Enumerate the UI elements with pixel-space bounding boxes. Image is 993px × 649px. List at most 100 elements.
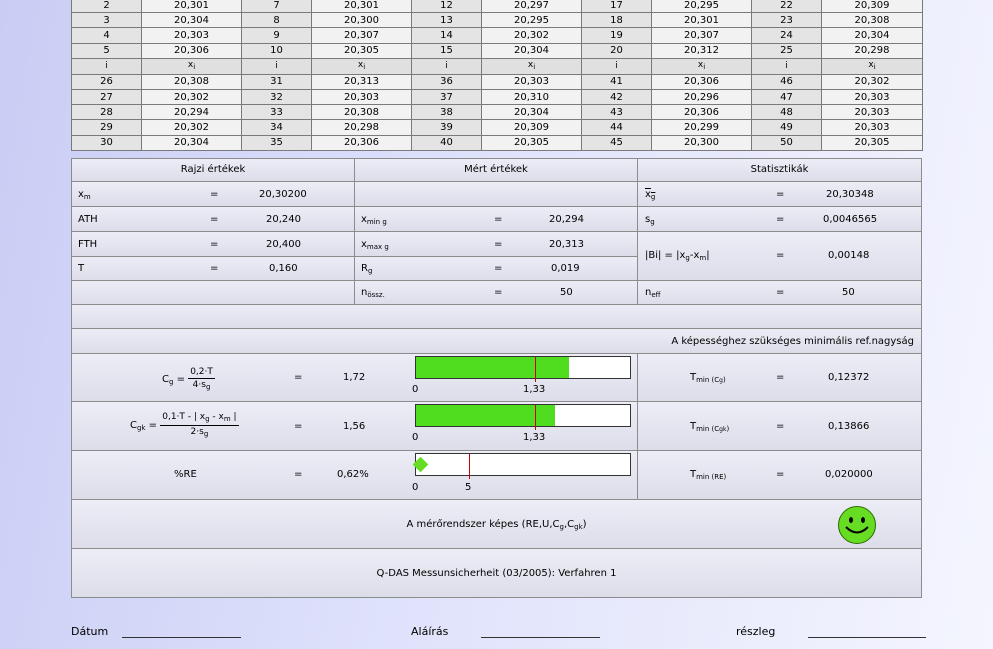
index-cell: 4 [71, 27, 142, 44]
index-cell: 20 [581, 42, 652, 59]
value-cell: 20,307 [651, 27, 752, 44]
equals-sign: = [776, 469, 785, 480]
cgk-tick-limit: 1,33 [523, 432, 546, 443]
value-cell: 20,303 [311, 88, 412, 106]
cg-limit-line [535, 357, 536, 382]
smiley-face-icon [838, 506, 876, 544]
xg-value: 20,30348 [826, 189, 874, 200]
stat-header: Statisztikák [637, 158, 922, 182]
equals-sign: = [776, 372, 785, 383]
index-cell: 22 [751, 0, 822, 14]
value-cell: 20,298 [311, 119, 412, 136]
value-cell: 20,309 [481, 119, 582, 136]
footer-row: Q-DAS Messunsicherheit (03/2005): Verfah… [71, 548, 922, 598]
cg-formula: Cg = 0,2·T 4·sg [162, 367, 215, 391]
n-value: 50 [560, 287, 573, 298]
cgk-tick-0: 0 [412, 432, 419, 443]
value-cell: 20,304 [481, 42, 582, 59]
table-row: 28 20,294 33 20,308 38 20,304 43 20,306 48 20,303 [71, 104, 923, 121]
value-cell: 20,298 [821, 42, 923, 59]
re-tmin-label: Tmin (RE) [690, 469, 727, 481]
value-cell: 20,306 [651, 104, 752, 121]
table-header-cell: xi [311, 57, 412, 75]
cgk-tmin-cell: Tmin (Cgk) = 0,13866 [637, 401, 922, 451]
cg-tick-0: 0 [412, 384, 419, 395]
value-cell: 20,306 [141, 42, 242, 59]
value-cell: 20,304 [141, 12, 242, 29]
value-cell: 20,303 [821, 119, 923, 136]
value-cell: 20,305 [311, 42, 412, 59]
cg-value: 1,72 [343, 372, 366, 383]
mert-xmax-row: xmax g = 20,313 [354, 231, 638, 257]
diamond-icon [412, 456, 429, 473]
footer-text: Q-DAS Messunsicherheit (03/2005): Verfah… [376, 568, 617, 579]
rg-value: 0,019 [551, 263, 580, 274]
index-cell: 26 [71, 73, 142, 90]
cg-tmin-value: 0,12372 [828, 372, 870, 383]
cgk-value: 1,56 [343, 421, 366, 432]
equals-sign: = [210, 263, 219, 274]
cg-tick-limit: 1,33 [523, 384, 546, 395]
mert-n-row: nössz. = 50 [354, 280, 638, 305]
value-cell: 20,302 [821, 73, 923, 90]
table-row: 26 20,308 31 20,313 36 20,303 41 20,306 46 20,302 [71, 73, 923, 90]
value-cell: 20,302 [481, 27, 582, 44]
rajzi-xm-row: xm = 20,30200 [71, 181, 355, 207]
value-cell: 20,305 [821, 134, 923, 151]
value-cell: 20,303 [481, 73, 582, 90]
table-header-cell: xi [481, 57, 582, 75]
value-cell: 20,308 [821, 12, 923, 29]
re-bar [412, 453, 631, 479]
datum-field[interactable] [122, 637, 241, 638]
alairas-field[interactable] [481, 637, 600, 638]
value-cell: 20,303 [141, 27, 242, 44]
value-cell: 20,301 [141, 0, 242, 14]
xg-label: xg [645, 189, 656, 201]
rajzi-fth-row: FTH = 20,400 [71, 231, 355, 257]
index-cell: 18 [581, 12, 652, 29]
index-cell: 14 [411, 27, 482, 44]
re-label: %RE [174, 469, 197, 480]
index-cell: 12 [411, 0, 482, 14]
bi-label: |Bi| = |xg-xm| [645, 250, 710, 262]
cg-tmin-cell: Tmin (Cg) = 0,12372 [637, 353, 922, 402]
index-cell: 46 [751, 73, 822, 90]
reszleg-field[interactable] [808, 637, 926, 638]
value-cell: 20,305 [481, 134, 582, 151]
re-tmin-cell: Tmin (RE) = 0,020000 [637, 450, 922, 500]
index-cell: 27 [71, 88, 142, 106]
cg-row: Cg = 0,2·T 4·sg = 1,72 0 1,33 [71, 353, 638, 402]
index-cell: 43 [581, 104, 652, 121]
equals-sign: = [776, 189, 785, 200]
value-cell: 20,303 [821, 88, 923, 106]
re-value: 0,62% [337, 469, 369, 480]
re-tick-limit: 5 [465, 482, 472, 493]
table-row: 2 20,301 7 20,301 12 20,297 17 20,295 22 20,309 [71, 0, 923, 14]
min-ref-title: A képességhez szükséges minimális ref.na… [671, 336, 914, 347]
equals-sign: = [494, 287, 503, 298]
index-cell: 8 [241, 12, 312, 29]
mert-empty-row [354, 181, 638, 207]
equals-sign: = [776, 250, 785, 261]
index-cell: 5 [71, 42, 142, 59]
table-header-cell: i [411, 57, 482, 75]
stat-title: Statisztikák [750, 164, 809, 175]
reszleg-label: részleg [736, 625, 776, 638]
index-cell: 37 [411, 88, 482, 106]
index-cell: 24 [751, 27, 822, 44]
mert-rg-row: Rg = 0,019 [354, 256, 638, 281]
table-header-cell: xi [821, 57, 923, 75]
table-row: 5 20,306 10 20,305 15 20,304 20 20,312 25 20,298 [71, 42, 923, 59]
mert-xmin-row: xmin g = 20,294 [354, 206, 638, 232]
neff-label: neff [645, 287, 661, 299]
mert-title: Mért értékek [464, 164, 528, 175]
value-cell: 20,301 [651, 12, 752, 29]
index-cell: 15 [411, 42, 482, 59]
index-cell: 2 [71, 0, 142, 14]
table-header-cell: i [241, 57, 312, 75]
rg-label: Rg [361, 263, 373, 275]
cg-bar-fill [416, 357, 569, 378]
t-value: 0,160 [269, 263, 298, 274]
index-cell: 13 [411, 12, 482, 29]
cgk-tmin-value: 0,13866 [828, 421, 870, 432]
